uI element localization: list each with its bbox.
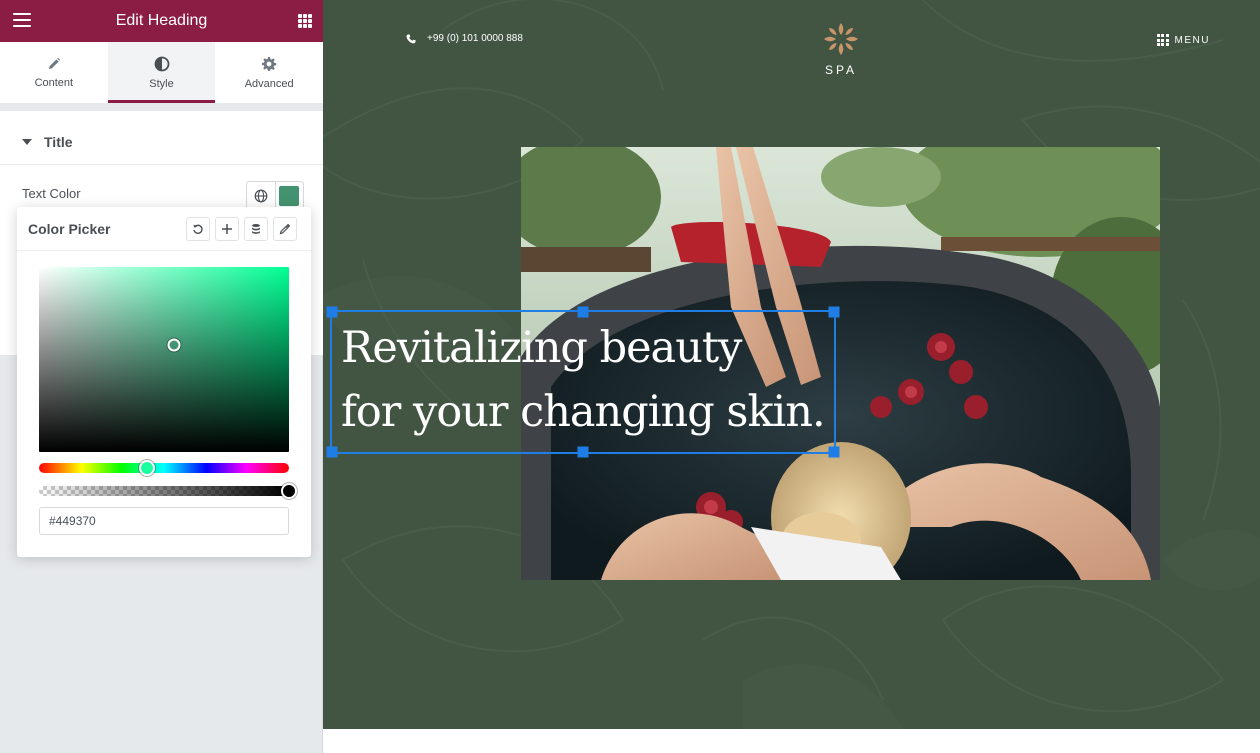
phone-icon xyxy=(406,33,416,43)
tab-style-label: Style xyxy=(149,77,174,90)
menu-button[interactable]: MENU xyxy=(1156,34,1210,46)
hero-heading[interactable]: Revitalizing beauty for your changing sk… xyxy=(341,316,841,444)
color-picker-popover: Color Picker xyxy=(17,207,311,557)
panel-title: Edit Heading xyxy=(115,12,208,29)
panel-tabs: Content Style Advanced xyxy=(0,42,323,103)
preview-bottom-strip xyxy=(323,729,1260,753)
color-picker-tools xyxy=(186,217,297,241)
globe-icon xyxy=(254,189,268,203)
editor-panel: Edit Heading Content Style Advanced Titl… xyxy=(0,0,323,753)
hamburger-menu-icon[interactable] xyxy=(13,13,31,27)
widgets-grid-icon[interactable] xyxy=(298,14,312,28)
saturation-brightness-area[interactable] xyxy=(39,267,289,452)
editor-app: Edit Heading Content Style Advanced Titl… xyxy=(0,0,1260,753)
heading-widget-selection[interactable]: Revitalizing beauty for your changing sk… xyxy=(326,306,840,458)
title-section-toggle[interactable]: Title xyxy=(0,119,323,165)
gear-icon xyxy=(262,56,277,71)
section-label: Title xyxy=(44,133,73,150)
add-icon xyxy=(222,224,232,234)
tab-content-label: Content xyxy=(34,76,74,89)
phone-link[interactable]: +99 (0) 101 0000 888 xyxy=(406,33,523,44)
caret-down-icon xyxy=(22,138,32,145)
hex-color-input[interactable] xyxy=(39,507,289,535)
menu-grid-icon xyxy=(1156,34,1169,46)
resize-handle-bottom-right[interactable] xyxy=(828,446,840,458)
contrast-icon xyxy=(154,56,169,71)
brand-name: SPA xyxy=(824,63,858,77)
hue-slider[interactable] xyxy=(39,460,289,476)
resize-handle-top-left[interactable] xyxy=(326,306,338,318)
heading-line-1: Revitalizing beauty xyxy=(341,323,742,373)
tab-advanced[interactable]: Advanced xyxy=(215,42,323,103)
color-picker-title: Color Picker xyxy=(28,220,111,237)
global-colors-library-button[interactable] xyxy=(244,217,268,241)
resize-handle-top[interactable] xyxy=(577,306,589,318)
saturation-handle[interactable] xyxy=(167,338,181,352)
text-color-label: Text Color xyxy=(22,186,81,201)
phone-number: +99 (0) 101 0000 888 xyxy=(427,33,523,44)
opacity-slider-handle[interactable] xyxy=(281,483,297,499)
opacity-slider[interactable] xyxy=(39,486,289,496)
resize-handle-bottom[interactable] xyxy=(577,446,589,458)
tab-content[interactable]: Content xyxy=(0,42,108,103)
resize-handle-top-right[interactable] xyxy=(828,306,840,318)
menu-label: MENU xyxy=(1174,34,1210,46)
hue-slider-handle[interactable] xyxy=(138,460,155,476)
heading-line-2: for your changing skin. xyxy=(341,387,826,437)
color-swatch-button[interactable] xyxy=(276,182,304,210)
panel-header: Edit Heading xyxy=(0,0,323,42)
database-icon xyxy=(252,224,260,234)
eyedropper-icon xyxy=(279,223,291,235)
reset-button[interactable] xyxy=(186,217,210,241)
tab-advanced-label: Advanced xyxy=(244,77,294,90)
opacity-gradient xyxy=(39,486,289,496)
tab-style[interactable]: Style xyxy=(107,42,216,103)
page-preview: +99 (0) 101 0000 888 SPA MENU Revitalizi… xyxy=(323,0,1260,729)
reset-icon xyxy=(193,224,203,234)
global-colors-button[interactable] xyxy=(247,182,276,210)
eyedropper-button[interactable] xyxy=(273,217,297,241)
resize-handle-bottom-left[interactable] xyxy=(326,446,338,458)
color-picker-header: Color Picker xyxy=(17,207,311,251)
color-swatch xyxy=(279,186,300,206)
pencil-icon xyxy=(48,57,61,69)
add-color-button[interactable] xyxy=(215,217,239,241)
spa-logo-icon[interactable] xyxy=(822,22,860,56)
